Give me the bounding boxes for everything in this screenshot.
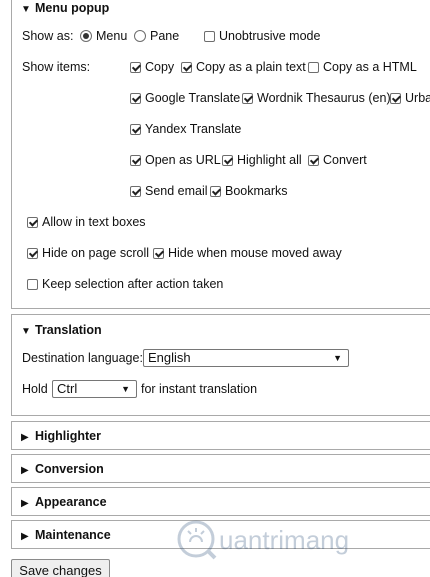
highlighter-header[interactable]: ▶ Highlighter xyxy=(21,422,101,452)
checkbox-checked-icon xyxy=(130,186,141,197)
checkbox-checked-icon xyxy=(308,155,319,166)
checkbox-checked-icon xyxy=(27,217,38,228)
dropdown-arrow-icon: ▼ xyxy=(121,384,130,394)
triangle-right-icon: ▶ xyxy=(21,465,29,476)
checkbox-checked-icon xyxy=(130,124,141,135)
item-bookmarks-checkbox[interactable]: Bookmarks xyxy=(210,181,288,201)
destination-language-select[interactable]: English ▼ xyxy=(143,349,349,367)
maintenance-header[interactable]: ▶ Maintenance xyxy=(21,521,111,551)
item-google-translate-checkbox[interactable]: Google Translate xyxy=(130,88,240,108)
item-convert-checkbox[interactable]: Convert xyxy=(308,150,367,170)
appearance-section: ▶ Appearance xyxy=(11,487,430,516)
show-as-pane-radio[interactable]: Pane xyxy=(134,26,179,46)
triangle-right-icon: ▶ xyxy=(21,498,29,509)
triangle-down-icon: ▼ xyxy=(21,4,31,15)
appearance-header[interactable]: ▶ Appearance xyxy=(21,488,107,518)
item-urban-checkbox[interactable]: Urba xyxy=(390,88,430,108)
checkbox-checked-icon xyxy=(242,93,253,104)
item-wordnik-checkbox[interactable]: Wordnik Thesaurus (en) xyxy=(242,88,391,108)
destination-language-label: Destination language: xyxy=(22,351,143,365)
triangle-right-icon: ▶ xyxy=(21,531,29,542)
conversion-section: ▶ Conversion xyxy=(11,454,430,483)
translation-header[interactable]: ▼ Translation xyxy=(21,315,102,345)
item-open-url-checkbox[interactable]: Open as URL xyxy=(130,150,221,170)
show-items-label: Show items: xyxy=(22,60,91,74)
checkbox-icon xyxy=(204,31,215,42)
checkbox-checked-icon xyxy=(222,155,233,166)
maintenance-section: ▶ Maintenance xyxy=(11,520,430,549)
keep-selection-checkbox[interactable]: Keep selection after action taken xyxy=(27,274,223,294)
item-copy-html-checkbox[interactable]: Copy as a HTML xyxy=(308,57,417,77)
checkbox-checked-icon xyxy=(27,248,38,259)
highlighter-section: ▶ Highlighter xyxy=(11,421,430,450)
hide-mouse-away-checkbox[interactable]: Hide when mouse moved away xyxy=(153,243,342,263)
checkbox-checked-icon xyxy=(210,186,221,197)
conversion-header[interactable]: ▶ Conversion xyxy=(21,455,104,485)
radio-selected-icon xyxy=(80,30,92,42)
allow-in-text-boxes-checkbox[interactable]: Allow in text boxes xyxy=(27,212,146,232)
hide-on-scroll-checkbox[interactable]: Hide on page scroll xyxy=(27,243,149,263)
show-as-label: Show as: xyxy=(22,29,74,43)
instant-translation-label: for instant translation xyxy=(141,382,258,396)
item-yandex-checkbox[interactable]: Yandex Translate xyxy=(130,119,241,139)
item-send-email-checkbox[interactable]: Send email xyxy=(130,181,208,201)
checkbox-checked-icon xyxy=(130,155,141,166)
translation-section: ▼ Translation Destination language: Engli… xyxy=(11,314,430,416)
unobtrusive-mode-checkbox[interactable]: Unobtrusive mode xyxy=(204,26,320,46)
menu-popup-section: ▼ Menu popup Show as: Menu Pane Unobtrusi… xyxy=(11,0,430,309)
triangle-right-icon: ▶ xyxy=(21,432,29,443)
menu-popup-header[interactable]: ▼ Menu popup xyxy=(21,0,109,23)
item-highlight-all-checkbox[interactable]: Highlight all xyxy=(222,150,302,170)
item-copy-checkbox[interactable]: Copy xyxy=(130,57,174,77)
checkbox-checked-icon xyxy=(153,248,164,259)
checkbox-checked-icon xyxy=(130,93,141,104)
hold-label: Hold xyxy=(22,382,48,396)
checkbox-icon xyxy=(27,279,38,290)
show-as-menu-radio[interactable]: Menu xyxy=(80,26,127,46)
radio-icon xyxy=(134,30,146,42)
save-changes-button[interactable]: Save changes xyxy=(11,559,110,577)
settings-page: ▼ Menu popup Show as: Menu Pane Unobtrusi… xyxy=(0,0,430,577)
checkbox-icon xyxy=(308,62,319,73)
checkbox-checked-icon xyxy=(390,93,401,104)
hold-key-select[interactable]: Ctrl ▼ xyxy=(52,380,137,398)
checkbox-checked-icon xyxy=(181,62,192,73)
dropdown-arrow-icon: ▼ xyxy=(333,353,342,363)
triangle-down-icon: ▼ xyxy=(21,326,31,337)
checkbox-checked-icon xyxy=(130,62,141,73)
item-copy-plain-checkbox[interactable]: Copy as a plain text xyxy=(181,57,306,77)
